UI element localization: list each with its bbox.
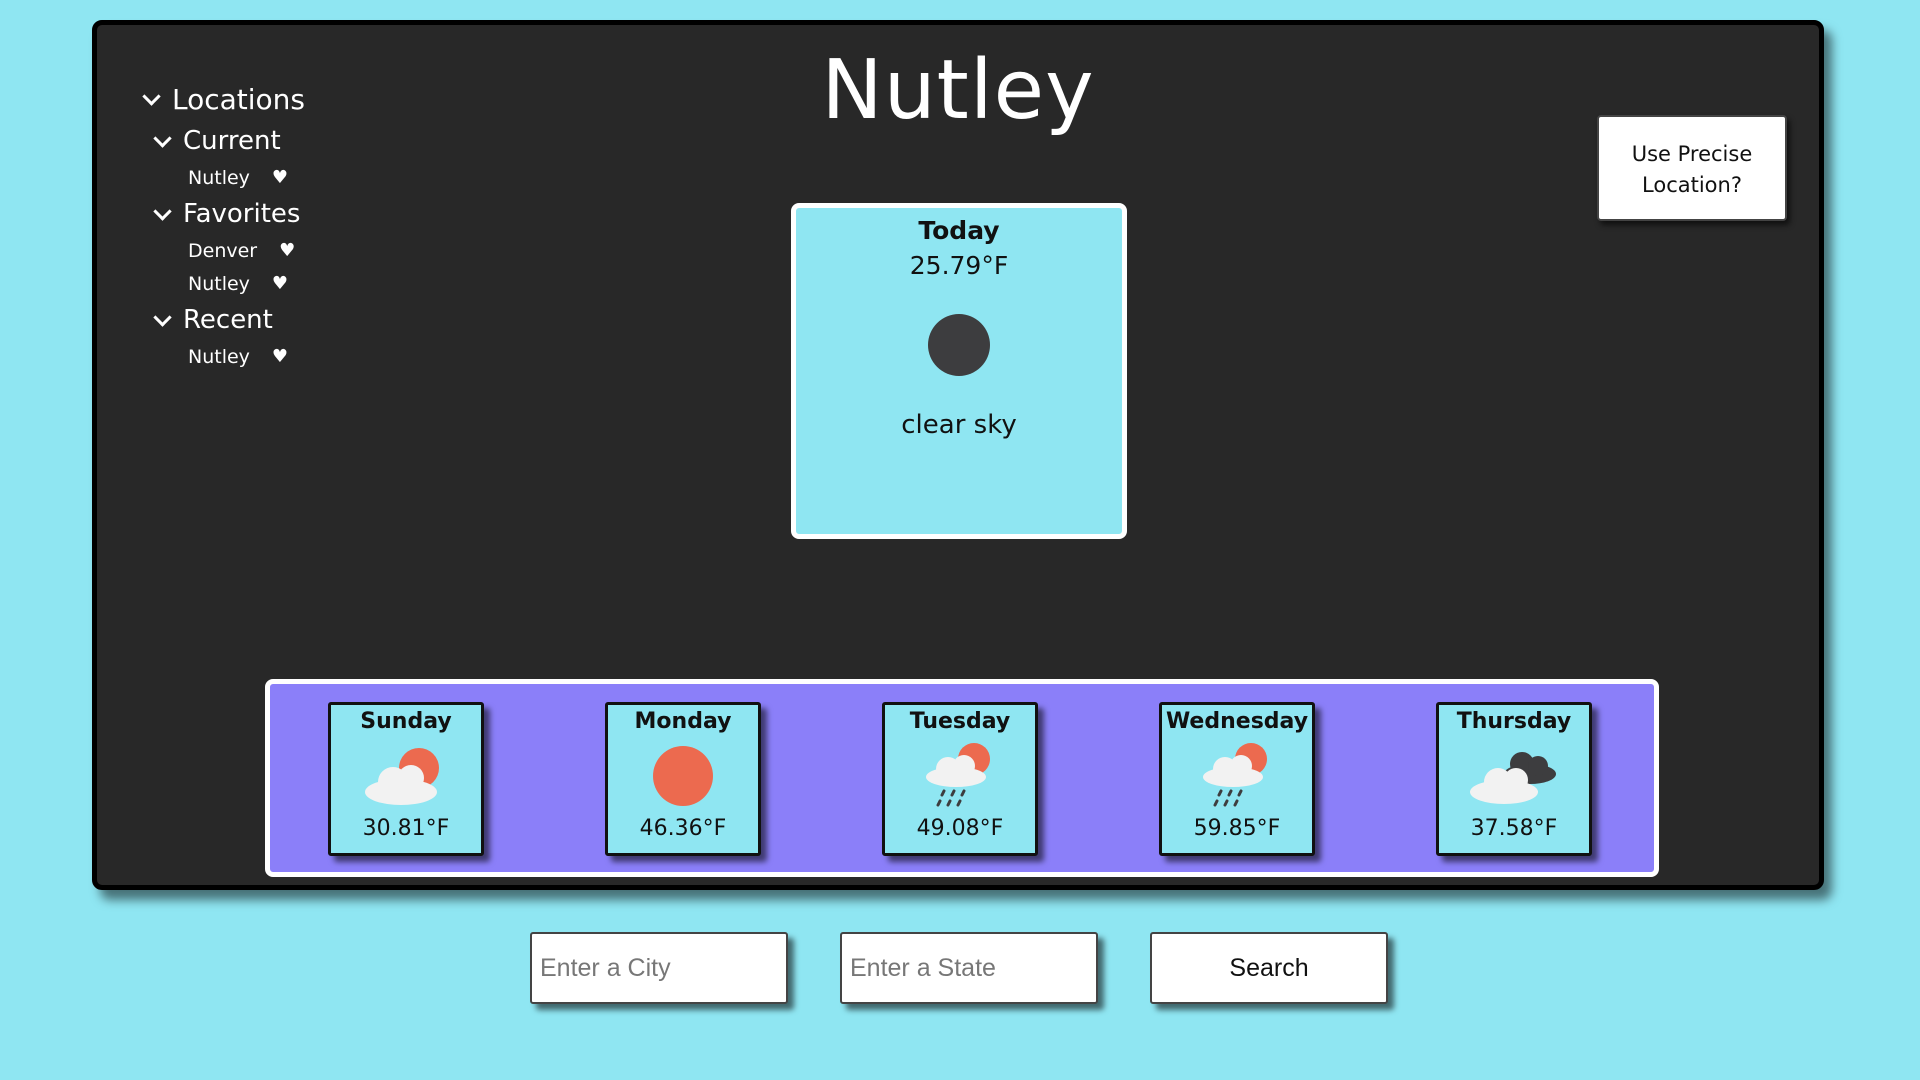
location-item[interactable]: Nutley ♥ [188,161,305,194]
chevron-down-icon [153,307,172,327]
heart-icon[interactable]: ♥ [272,346,288,367]
location-name[interactable]: Nutley [188,346,250,368]
today-temp: 25.79°F [909,251,1009,280]
group-favorites-label: Favorites [183,199,301,229]
search-button[interactable]: Search [1150,932,1388,1004]
group-recent-toggle[interactable]: Recent [153,300,305,340]
forecast-temp: 59.85°F [1193,816,1281,841]
forecast-day: Thursday [1456,709,1572,734]
heart-icon[interactable]: ♥ [279,240,295,261]
forecast-temp: 46.36°F [639,816,727,841]
forecast-card: Wednesday 59.85°F [1159,702,1315,856]
group-favorites-toggle[interactable]: Favorites [153,194,305,234]
forecast-card: Sunday 30.81°F [328,702,484,856]
weather-panel: Locations Current Nutley ♥ Favorites Den… [92,20,1824,890]
group-recent-label: Recent [183,305,273,335]
today-card: Today 25.79°F clear sky [791,203,1127,539]
today-label: Today [918,216,1000,245]
location-name[interactable]: Nutley [188,167,250,189]
page-title: Nutley [821,43,1095,138]
today-description: clear sky [901,410,1017,440]
location-item[interactable]: Denver ♥ [188,234,305,267]
rain-sun-icon [1162,740,1312,812]
cloudy-icon [1439,740,1589,812]
state-input[interactable] [840,932,1098,1004]
chevron-down-icon [153,201,172,221]
heart-icon[interactable]: ♥ [272,273,288,294]
use-precise-location-button[interactable]: Use Precise Location? [1597,115,1787,221]
location-item[interactable]: Nutley ♥ [188,267,305,300]
heart-icon[interactable]: ♥ [272,167,288,188]
forecast-temp: 49.08°F [916,816,1004,841]
forecast-card: Tuesday 49.08°F [882,702,1038,856]
forecast-day: Monday [634,709,732,734]
location-name[interactable]: Denver [188,240,257,262]
forecast-card: Thursday 37.58°F [1436,702,1592,856]
forecast-day: Tuesday [909,709,1011,734]
forecast-strip: Sunday 30.81°F Monday 46.36°F Tuesday 49… [265,679,1659,877]
moon-icon [928,314,990,376]
sun-icon [608,740,758,812]
partly-cloudy-icon [331,740,481,812]
forecast-day: Wednesday [1165,709,1309,734]
forecast-day: Sunday [360,709,452,734]
rain-sun-icon [885,740,1035,812]
forecast-temp: 30.81°F [362,816,450,841]
location-name[interactable]: Nutley [188,273,250,295]
forecast-card: Monday 46.36°F [605,702,761,856]
forecast-temp: 37.58°F [1470,816,1558,841]
city-input[interactable] [530,932,788,1004]
location-item[interactable]: Nutley ♥ [188,340,305,373]
